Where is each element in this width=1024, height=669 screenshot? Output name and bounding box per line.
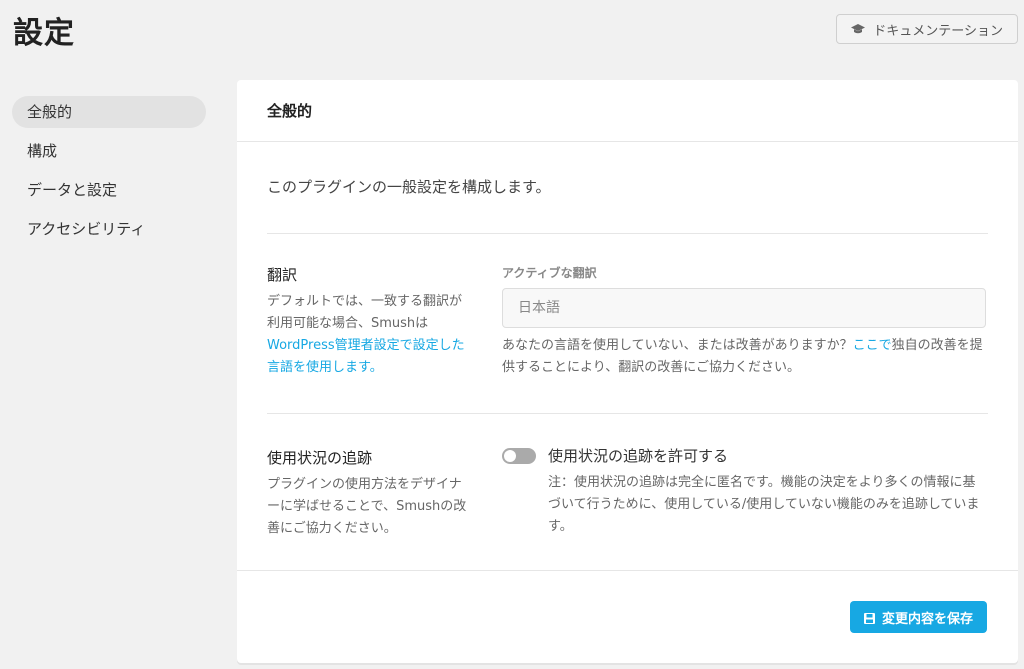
translation-row: 翻訳 デフォルトでは、一致する翻訳が利用可能な場合、Smushは WordPres…	[267, 234, 988, 414]
translation-field-help: あなたの言語を使用していない、または改善がありますか？ここで独自の改善を提供する…	[502, 335, 986, 379]
sidebar-item-accessibility[interactable]: アクセシビリティ	[12, 213, 206, 245]
save-changes-label: 変更内容を保存	[881, 610, 973, 626]
sidebar-nav: 全般的 構成 データと設定 アクセシビリティ	[12, 96, 206, 252]
save-icon	[863, 612, 875, 624]
usage-tracking-toggle-label: 使用状況の追跡を許可する	[548, 447, 729, 465]
settings-page: 設定 ドキュメンテーション 全般的 構成 データと設定 アクセシビリティ 全般的…	[0, 0, 1024, 669]
tracking-toggle-line: 使用状況の追跡を許可する	[502, 445, 988, 466]
card-body: このプラグインの一般設定を構成します。 翻訳 デフォルトでは、一致する翻訳が利用…	[237, 142, 1018, 571]
page-title: 設定	[13, 16, 75, 51]
active-translation-field[interactable]: 日本語	[502, 288, 986, 328]
translation-title: 翻訳	[267, 266, 298, 284]
sidebar-item-general[interactable]: 全般的	[12, 96, 206, 128]
save-changes-button[interactable]: 変更内容を保存	[849, 601, 987, 633]
sidebar-item-configuration[interactable]: 構成	[12, 135, 206, 167]
card-footer: 変更内容を保存	[237, 570, 1018, 663]
translation-help-text: デフォルトでは、一致する翻訳が利用可能な場合、Smushは	[267, 294, 463, 331]
toggle-knob	[504, 449, 516, 462]
sidebar-item-data-settings[interactable]: データと設定	[12, 174, 206, 206]
usage-tracking-toggle[interactable]	[502, 447, 536, 464]
tracking-label-column: 使用状況の追跡 プラグインの使用方法をデザイナーに学ばせることで、Smushの改…	[267, 447, 502, 571]
translation-label-column: 翻訳 デフォルトでは、一致する翻訳が利用可能な場合、Smushは WordPres…	[267, 264, 502, 413]
tracking-help: プラグインの使用方法をデザイナーに学ばせることで、Smushの改善にご協力くださ…	[267, 477, 467, 536]
card-description: このプラグインの一般設定を構成します。	[267, 142, 988, 234]
graduation-cap-icon	[851, 23, 866, 35]
contribute-translation-link[interactable]: ここで	[853, 338, 892, 353]
documentation-button[interactable]: ドキュメンテーション	[836, 14, 1018, 44]
tracking-field-column: 使用状況の追跡を許可する 注：使用状況の追跡は完全に匿名です。機能の決定をより多…	[502, 447, 988, 571]
settings-card: 全般的 このプラグインの一般設定を構成します。 翻訳 デフォルトでは、一致する翻…	[237, 80, 1018, 663]
translation-field-help-text: あなたの言語を使用していない、または改善がありますか？	[502, 338, 853, 353]
tracking-title: 使用状況の追跡	[267, 449, 373, 467]
translation-field-column: アクティブな翻訳 日本語 あなたの言語を使用していない、または改善がありますか？…	[502, 264, 988, 413]
wordpress-settings-link[interactable]: WordPress管理者設定で設定した言語を使用します。	[267, 338, 465, 375]
tracking-note: 注：使用状況の追跡は完全に匿名です。機能の決定をより多くの情報に基づいて行うため…	[548, 475, 980, 534]
translation-help: デフォルトでは、一致する翻訳が利用可能な場合、Smushは WordPress管理…	[267, 291, 472, 379]
documentation-button-label: ドキュメンテーション	[873, 23, 1003, 39]
active-translation-label: アクティブな翻訳	[502, 266, 597, 280]
usage-tracking-row: 使用状況の追跡 プラグインの使用方法をデザイナーに学ばせることで、Smushの改…	[267, 414, 988, 571]
card-title: 全般的	[237, 80, 1018, 142]
